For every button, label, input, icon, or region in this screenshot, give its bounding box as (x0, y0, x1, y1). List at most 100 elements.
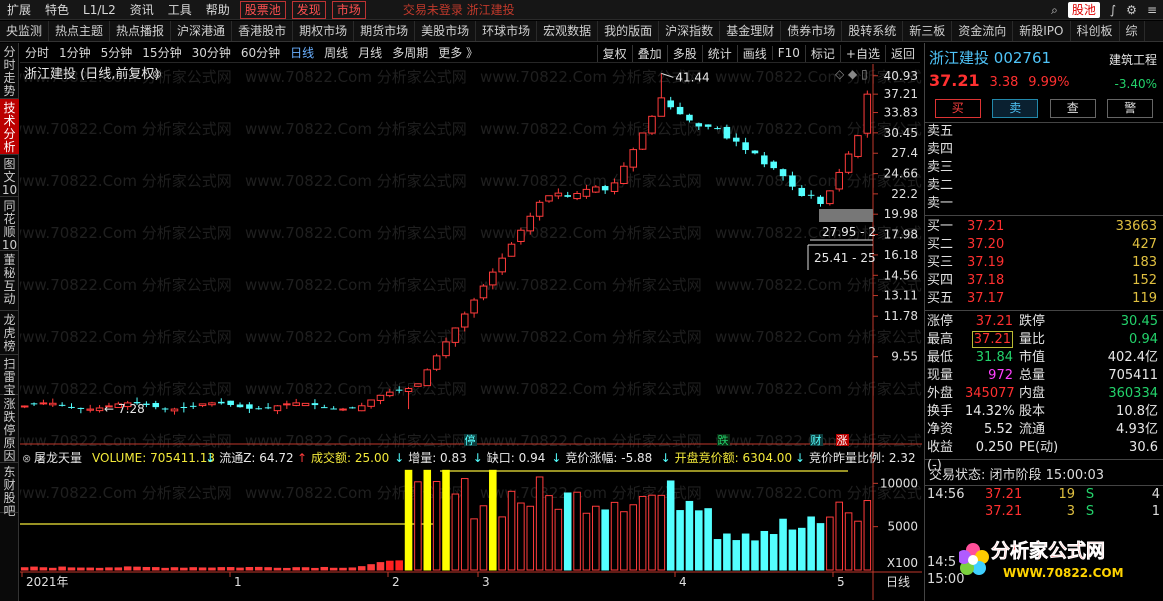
stat-value-text: 37.21 (971, 331, 1013, 348)
settings-icon[interactable]: ⚙ (1126, 3, 1137, 17)
logo-url: WWW.70822.COM (1003, 566, 1124, 580)
candle-body (20, 405, 29, 408)
volume-tick-label: 10000 (880, 476, 918, 490)
tool-button-0[interactable]: 复权 (596, 44, 632, 62)
market-tab-19[interactable]: 综 (1120, 21, 1145, 41)
menu-item-3[interactable]: 资讯 (123, 0, 161, 20)
tool-button-3[interactable]: 统计 (701, 44, 737, 62)
market-tab-13[interactable]: 债券市场 (781, 21, 843, 41)
period-6[interactable]: 日线 (285, 44, 319, 61)
market-tab-15[interactable]: 新三板 (903, 21, 953, 41)
price-tick-label: 19.98 (884, 207, 918, 221)
sell-button[interactable]: 卖 (992, 99, 1039, 118)
market-tab-14[interactable]: 股转系统 (842, 21, 904, 41)
stat-value: 972 (965, 367, 1015, 385)
volume-bar (638, 495, 647, 571)
indicator-item: 流通Z: 64.72 (219, 451, 293, 465)
volume-bar (610, 501, 619, 571)
menu-tag-1[interactable]: 发现 (291, 0, 326, 19)
market-tab-10[interactable]: 我的版面 (598, 21, 660, 41)
period-0[interactable]: 分时 (20, 44, 54, 61)
tool-button-4[interactable]: 画线 (736, 44, 772, 62)
period-3[interactable]: 15分钟 (137, 44, 186, 61)
volume-bar (357, 566, 366, 571)
left-nav-item-5[interactable]: 龙虎榜 (0, 311, 19, 355)
volume-bar (713, 539, 722, 571)
period-4[interactable]: 30分钟 (187, 44, 236, 61)
indicator-item: 开盘竞价额: 6304.00 (675, 450, 792, 465)
formula-icon[interactable]: ∫ (1110, 3, 1116, 17)
left-nav-item-4[interactable]: 董秘互动 (0, 251, 19, 311)
volume-bar (601, 509, 609, 571)
left-nav-item-1[interactable]: 技术分析 (0, 99, 19, 155)
volume-bar (133, 566, 141, 571)
stock-pool-button[interactable]: 股池 (1067, 2, 1100, 18)
market-tab-1[interactable]: 热点主题 (49, 21, 111, 41)
period-5[interactable]: 60分钟 (236, 44, 285, 61)
menu-item-5[interactable]: 帮助 (199, 0, 237, 20)
market-tab-9[interactable]: 宏观数据 (537, 21, 599, 41)
industry-label[interactable]: 建筑工程 (1109, 51, 1157, 68)
volume-bar (86, 567, 94, 571)
left-nav-item-0[interactable]: 分时走势 (0, 43, 19, 99)
candle-body (779, 169, 787, 177)
menu-tag-2[interactable]: 市场 (331, 0, 366, 19)
period-8[interactable]: 月线 (353, 44, 387, 61)
market-tab-18[interactable]: 科创板 (1071, 21, 1120, 41)
chart-svg[interactable]: www.70822.Com 分析家公式网 www.70822.Com 分析家公式网… (20, 64, 922, 600)
tool-button-8[interactable]: 返回 (884, 44, 920, 62)
market-tab-11[interactable]: 沪深指数 (659, 21, 721, 41)
left-nav-item-6[interactable]: 扫雷宝 (0, 355, 19, 397)
candle-body (798, 187, 806, 197)
watermark-text: www.70822.Com 分析家公式网 (480, 172, 702, 190)
candle-body (826, 190, 834, 205)
query-button[interactable]: 查 (1049, 99, 1096, 118)
market-tab-8[interactable]: 环球市场 (476, 21, 538, 41)
period-1[interactable]: 1分钟 (54, 44, 96, 61)
market-tab-4[interactable]: 香港股市 (232, 21, 294, 41)
volume-bar (320, 566, 329, 571)
tool-button-2[interactable]: 多股 (666, 44, 702, 62)
login-notice: 交易未登录 浙江建投 (402, 3, 515, 17)
search-icon[interactable]: ⌕ (1051, 3, 1058, 18)
market-tab-16[interactable]: 资金流向 (952, 21, 1014, 41)
market-tab-6[interactable]: 期货市场 (354, 21, 416, 41)
market-tab-0[interactable]: 央监测 (0, 21, 50, 41)
period-7[interactable]: 周线 (319, 44, 353, 61)
tool-button-1[interactable]: 叠加 (631, 44, 667, 62)
buy-button[interactable]: 买 (934, 99, 981, 118)
menu-item-1[interactable]: 特色 (38, 0, 76, 20)
alert-button[interactable]: 警 (1107, 99, 1154, 118)
market-tab-12[interactable]: 基金理财 (720, 21, 782, 41)
candle-body (704, 124, 712, 127)
kline-chart[interactable]: www.70822.Com 分析家公式网 www.70822.Com 分析家公式网… (20, 64, 922, 600)
left-nav-item-2[interactable]: 图文10 (0, 155, 19, 197)
market-tab-5[interactable]: 期权市场 (293, 21, 355, 41)
left-nav-item-3[interactable]: 同花顺10 (0, 197, 19, 252)
market-tab-17[interactable]: 新股IPO (1013, 21, 1071, 41)
price-tick-label: 13.11 (884, 289, 918, 303)
period-2[interactable]: 5分钟 (96, 44, 138, 61)
candle-body (470, 299, 478, 314)
price-tick-label: 11.78 (884, 309, 918, 323)
left-nav-item-8[interactable]: 东财股吧 (0, 463, 19, 518)
menu-item-4[interactable]: 工具 (161, 0, 199, 20)
market-tab-7[interactable]: 美股市场 (415, 21, 477, 41)
candle-body (432, 355, 441, 370)
market-tab-2[interactable]: 热点播报 (110, 21, 172, 41)
menu-tag-0[interactable]: 股票池 (239, 0, 286, 19)
period-10[interactable]: 更多 》 (433, 44, 483, 61)
period-9[interactable]: 多周期 (387, 44, 433, 61)
tool-button-5[interactable]: F10 (771, 46, 805, 60)
candle-body (301, 402, 310, 407)
left-nav-item-7[interactable]: 涨跌停原因 (0, 395, 19, 463)
indicator-item: VOLUME: 705411.13 (92, 451, 215, 465)
menu-icon[interactable]: ≡ (1147, 3, 1157, 17)
menu-item-0[interactable]: 扩展 (0, 0, 38, 20)
candle-body (657, 97, 666, 117)
tool-button-7[interactable]: +自选 (839, 44, 885, 62)
market-tab-3[interactable]: 沪深港通 (171, 21, 233, 41)
menu-item-2[interactable]: L1/L2 (76, 0, 123, 20)
tool-button-6[interactable]: 标记 (804, 44, 840, 62)
watermark-text: www.70822.Com 分析家公式网 (480, 276, 702, 294)
